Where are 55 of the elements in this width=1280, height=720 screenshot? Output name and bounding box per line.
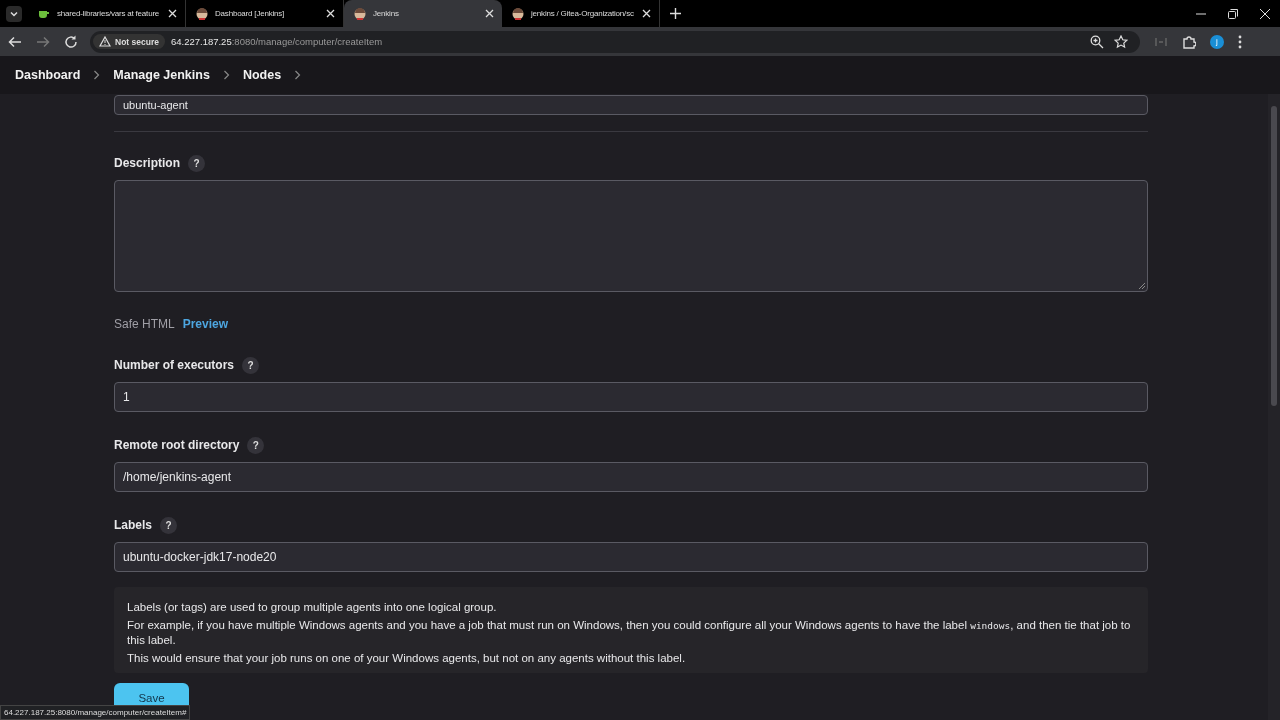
forward-icon[interactable]: [36, 34, 50, 49]
tea-cup-icon: [38, 8, 50, 19]
profile-avatar[interactable]: j: [1210, 34, 1224, 49]
warning-icon: [99, 36, 111, 47]
close-icon[interactable]: [168, 9, 177, 18]
scrollbar[interactable]: [1268, 94, 1280, 720]
field-label: Description: [114, 156, 180, 170]
reload-icon[interactable]: [64, 34, 78, 49]
menu-icon[interactable]: [1238, 34, 1242, 49]
help-button[interactable]: ?: [247, 436, 265, 454]
breadcrumb-link[interactable]: Nodes: [242, 68, 282, 82]
close-icon[interactable]: [1260, 8, 1270, 19]
butler-head-icon: [196, 7, 208, 20]
chevron-right-icon[interactable]: [93, 70, 101, 80]
format-note: Safe HTML: [114, 317, 175, 331]
close-icon[interactable]: [642, 9, 651, 18]
field-label: Remote root directory: [114, 438, 240, 452]
close-icon[interactable]: [485, 9, 494, 18]
breadcrumb-link[interactable]: Manage Jenkins: [113, 68, 210, 82]
restore-icon[interactable]: [1228, 8, 1238, 19]
help-text: This would ensure that your job runs on one of your Windows agents, but not on any agents without this label.: [127, 651, 687, 665]
help-text: For example, if you have multiple Windows agents and you have a job that must run on Windows, then you could configure all your Windows agents to have the label windows, and then tie that job to this label.: [127, 618, 1132, 647]
input-field[interactable]: 1: [114, 382, 1148, 412]
name-field[interactable]: ubuntu-agent: [114, 95, 1148, 115]
browser-tab[interactable]: Jenkins: [344, 0, 502, 27]
new-tab-icon[interactable]: [670, 8, 681, 19]
butler-head-icon: [512, 7, 524, 20]
preview-link[interactable]: Preview: [182, 317, 229, 331]
help-button[interactable]: ?: [160, 516, 177, 534]
breadcrumb-link[interactable]: Dashboard: [15, 68, 81, 82]
help-button[interactable]: ?: [188, 154, 205, 172]
close-icon[interactable]: [326, 9, 335, 18]
tab-title: Jenkins: [373, 9, 400, 18]
resize-grip-icon[interactable]: [1138, 282, 1145, 289]
field-label: Labels: [114, 518, 152, 532]
description-field[interactable]: [114, 180, 1148, 292]
help-button[interactable]: ?: [242, 356, 260, 374]
tab-title: Dashboard [Jenkins]: [215, 9, 286, 18]
tab-title: jenkins / Gitea-Organization/sc: [531, 9, 635, 18]
zoom-icon[interactable]: [1090, 34, 1104, 49]
input-field[interactable]: ubuntu-docker-jdk17-node20: [114, 542, 1148, 572]
field-label: Number of executors: [114, 358, 235, 372]
input-field[interactable]: /home/jenkins-agent: [114, 462, 1148, 492]
chevron-right-icon[interactable]: [294, 70, 302, 80]
chevron-right-icon[interactable]: [222, 70, 230, 80]
puzzle-icon[interactable]: [1182, 34, 1196, 49]
back-icon[interactable]: [8, 34, 22, 49]
tab-title: shared-libraries/vars at feature: [57, 9, 161, 18]
tab-search-button[interactable]: [6, 5, 22, 22]
help-text: Labels (or tags) are used to group multiple agents into one logical group.: [127, 600, 498, 614]
url-tooltip: 64.227.187.25:8080/manage/computer/createItem#: [0, 705, 191, 720]
address-field[interactable]: Not secure 64.227.187.25:8080/manage/computer/createItem: [90, 30, 1140, 53]
butler-head-icon: [354, 7, 366, 20]
star-icon[interactable]: [1114, 34, 1128, 49]
security-chip[interactable]: Not secure: [93, 34, 165, 49]
